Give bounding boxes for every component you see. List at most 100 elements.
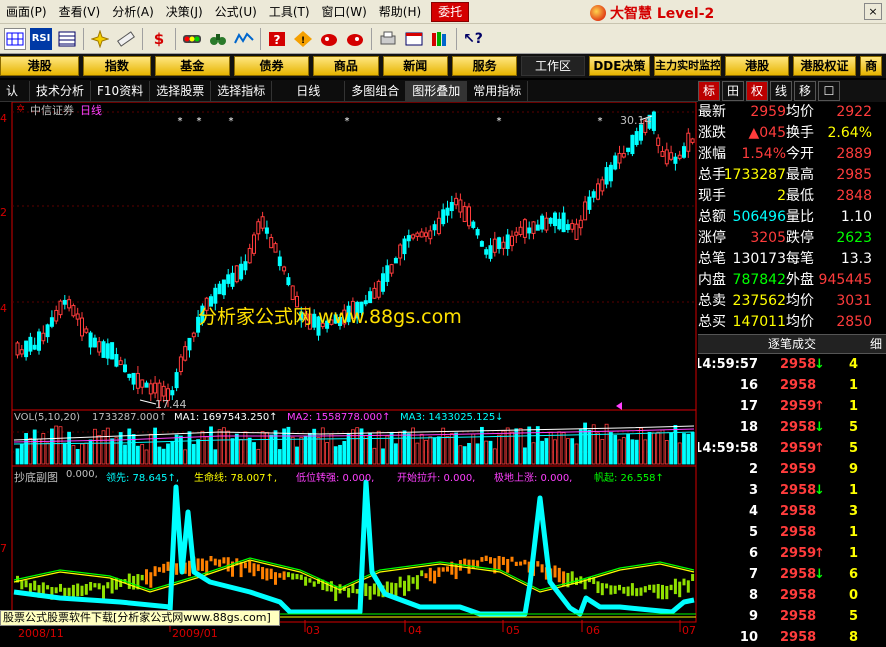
close-icon[interactable]: × [864, 3, 882, 20]
subbar-f10[interactable]: F10资料 [91, 80, 151, 101]
question-icon[interactable]: ? [266, 28, 288, 50]
subbar-common-indicator[interactable]: 常用指标 [467, 80, 529, 101]
target-icon[interactable] [344, 28, 366, 50]
tab-move[interactable]: 移 [794, 81, 816, 101]
right-tabs: 标 田 权 线 移 ☐ [698, 80, 886, 102]
tab-mark[interactable]: 标 [698, 81, 720, 101]
quick-index[interactable]: 指数 [83, 56, 151, 76]
quote-panel: 最新 2959 均价 2922 涨跌 ▲045 换手 2.64% 涨幅 1.54% 今开 2889 总手… [698, 102, 886, 334]
candlestick-chart[interactable]: * * * * * * [0, 102, 698, 647]
quick-more[interactable]: 商 [860, 56, 883, 76]
flame-icon[interactable] [318, 28, 340, 50]
quick-fund[interactable]: 基金 [154, 56, 230, 76]
dollar-icon[interactable]: $ [148, 28, 170, 50]
card-icon[interactable] [403, 28, 425, 50]
tick-volume: 6 [848, 567, 858, 582]
indicator-bar [256, 564, 260, 572]
indicator-bar [166, 561, 170, 571]
crosshair-icon[interactable] [89, 28, 111, 50]
binocular-icon[interactable] [207, 28, 229, 50]
quote-label: 涨跌 [698, 125, 726, 141]
ticks-list[interactable]: 14:59:57 2958 ↓ 4 16 2958 1 17 2959 ↑ 1 18 2958 ↓ 5 14:… [698, 354, 886, 647]
bottom-note: 股票公式股票软件下载[分析家公式网www.88gs.com] [0, 610, 280, 626]
quick-hk-stock-2[interactable]: 港股 [725, 56, 789, 76]
indicator-bar [536, 561, 540, 567]
menu-item-window[interactable]: 窗口(W) [316, 0, 373, 24]
menu-item-formula[interactable]: 公式(U) [209, 0, 263, 24]
indicator-bar [497, 555, 501, 571]
tab-grid[interactable]: 田 [722, 81, 744, 101]
volume-bar [626, 433, 630, 465]
rsi-icon[interactable]: RSI [30, 27, 52, 50]
volume-bar [682, 433, 686, 465]
volume-bar [15, 448, 20, 465]
volume-bar [656, 431, 661, 465]
menu-item-help[interactable]: 帮助(H) [373, 0, 427, 24]
tab-line[interactable]: 线 [770, 81, 792, 101]
tick-price: 2958 [780, 357, 817, 372]
indicator-bar [433, 570, 437, 584]
quick-main-force[interactable]: 主力实时监控 [654, 56, 722, 76]
volume-bar [441, 427, 446, 465]
indicator-bar [364, 583, 368, 597]
subbar-period[interactable]: 日线 [272, 80, 346, 101]
menu-bar: 画面(P) 查看(V) 分析(A) 决策(J) 公式(U) 工具(T) 窗口(W… [0, 0, 886, 24]
books-icon[interactable] [429, 28, 451, 50]
quick-news[interactable]: 新闻 [382, 56, 448, 76]
subbar-multi-chart[interactable]: 多图组合 [345, 80, 407, 101]
quote-value: 2850 [836, 314, 872, 330]
indicator-bar [140, 574, 144, 581]
candle-body [75, 313, 80, 320]
tick-row: 2 2959 9 [698, 459, 886, 480]
vol-value: 1733287.000↑ [92, 412, 168, 423]
quick-commodity[interactable]: 商品 [313, 56, 379, 76]
subbar-tech-analysis[interactable]: 技术分析 [30, 80, 92, 101]
menu-item-screen[interactable]: 画面(P) [0, 0, 53, 24]
volume-bar [320, 427, 325, 465]
subbar-select-indicator[interactable]: 选择指标 [211, 80, 273, 101]
candle-body [101, 341, 106, 358]
ticks-detail-tab[interactable]: 细 [870, 335, 882, 353]
tab-rights[interactable]: 权 [746, 81, 768, 101]
ruler-icon[interactable] [115, 28, 137, 50]
menu-item-analysis[interactable]: 分析(A) [106, 0, 160, 24]
menu-item-decision[interactable]: 决策(J) [160, 0, 209, 24]
menu-item-tools[interactable]: 工具(T) [263, 0, 316, 24]
subbar-overlay[interactable]: 图形叠加 [406, 80, 468, 101]
tick-price: 2959 [780, 546, 817, 561]
star-marker: * [497, 116, 502, 127]
quick-workspace[interactable]: 工作区 [521, 56, 585, 76]
help-arrow-icon[interactable]: ↖? [462, 28, 484, 50]
indicator-bar [682, 578, 686, 586]
indicator-bar [523, 559, 527, 565]
tab-box[interactable]: ☐ [818, 81, 840, 101]
grid-icon[interactable] [4, 27, 26, 50]
menu-item-trade[interactable]: 委托 [431, 1, 470, 22]
signal-icon[interactable]: ! [292, 28, 314, 50]
candle-body [574, 223, 579, 240]
candle-body [140, 379, 145, 388]
wave-icon[interactable] [233, 28, 255, 50]
candle-body [669, 152, 674, 160]
print-icon[interactable] [377, 28, 399, 50]
candle-body [269, 236, 274, 249]
quick-dde[interactable]: DDE决策 [588, 56, 651, 76]
table-icon[interactable] [56, 28, 78, 50]
chart-area[interactable]: * * * * * * ✡ 中信证券 日线 4 2 4 17.44 30.14 分析家公式… [0, 102, 698, 647]
quick-hk-warrant[interactable]: 港股权证 [792, 56, 857, 76]
quote-label: 总笔 [698, 251, 726, 267]
subbar-select-stock[interactable]: 选择股票 [150, 80, 212, 101]
volume-bar [596, 432, 600, 465]
indicator-bar [93, 583, 97, 588]
menu-item-view[interactable]: 查看(V) [53, 0, 107, 24]
subbar-recognize[interactable]: 认 [0, 80, 30, 101]
traffic-light-icon[interactable] [181, 28, 203, 50]
quote-value: 3031 [836, 293, 872, 309]
indicator-bar [278, 573, 282, 578]
indicator-bar [510, 556, 514, 562]
quick-bond[interactable]: 债券 [233, 56, 310, 76]
quick-hk-stock[interactable]: 港股 [0, 56, 80, 76]
arrow-up-icon: ↑ [814, 441, 825, 456]
quick-service[interactable]: 服务 [451, 56, 518, 76]
candle-body [170, 390, 175, 396]
